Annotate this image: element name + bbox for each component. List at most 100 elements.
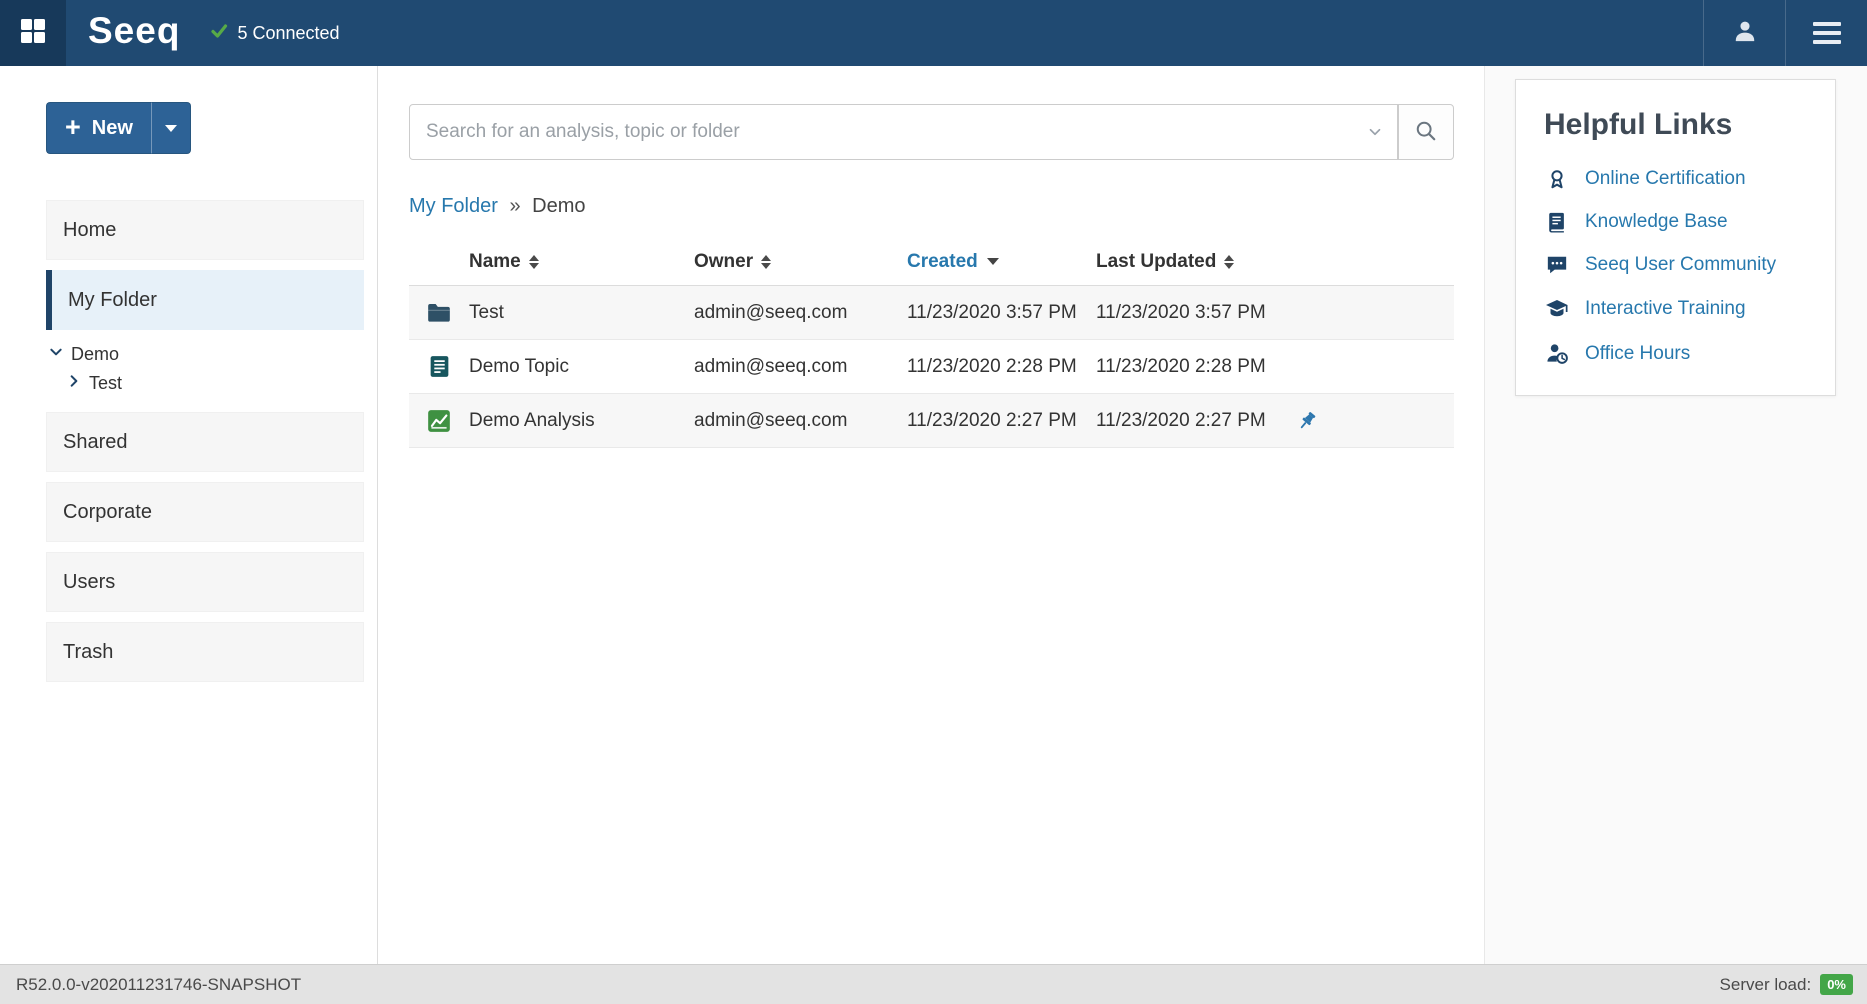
office-hours-icon — [1544, 342, 1570, 365]
certificate-icon — [1544, 168, 1570, 190]
column-header-owner[interactable]: Owner — [694, 251, 907, 273]
column-header-label: Name — [469, 251, 521, 273]
tree-item-label: Demo — [71, 344, 119, 365]
link-online-certification[interactable]: Online Certification — [1544, 168, 1813, 190]
tree-item-demo[interactable]: Demo — [48, 340, 364, 369]
sidebar-item-shared[interactable]: Shared — [46, 412, 364, 472]
sidebar-item-label: Home — [63, 219, 116, 242]
seeq-logo[interactable]: Seeq — [66, 0, 194, 66]
column-header-name[interactable]: Name — [469, 251, 694, 273]
breadcrumb-current: Demo — [532, 195, 585, 217]
sidebar-item-home[interactable]: Home — [46, 200, 364, 260]
row-name[interactable]: Demo Analysis — [469, 410, 694, 432]
link-label: Online Certification — [1585, 168, 1746, 190]
pin-icon[interactable] — [1296, 410, 1454, 432]
content-area: + New Home My Folder Demo — [0, 66, 1867, 964]
search-bar — [409, 104, 1454, 160]
items-table: Name Owner Created Last Updated — [409, 238, 1454, 448]
search-input[interactable] — [410, 105, 1397, 159]
sidebar-item-trash[interactable]: Trash — [46, 622, 364, 682]
right-rail: Helpful Links Online Certification Knowl… — [1484, 66, 1867, 964]
row-owner: admin@seeq.com — [694, 410, 907, 432]
row-name[interactable]: Test — [469, 302, 694, 324]
helpful-links-title: Helpful Links — [1544, 108, 1813, 142]
sort-icon — [529, 255, 539, 269]
server-load-badge[interactable]: 0% — [1820, 974, 1853, 995]
row-name[interactable]: Demo Topic — [469, 356, 694, 378]
helpful-links-card: Helpful Links Online Certification Knowl… — [1515, 79, 1836, 396]
checkmark-icon — [210, 22, 228, 45]
apps-menu-button[interactable] — [0, 0, 66, 66]
search-icon — [1415, 120, 1437, 145]
row-owner: admin@seeq.com — [694, 356, 907, 378]
graduation-cap-icon — [1544, 297, 1570, 321]
tree-item-test[interactable]: Test — [48, 369, 364, 398]
folder-tree: Demo Test — [48, 340, 364, 398]
column-header-label: Last Updated — [1096, 251, 1216, 273]
column-header-created[interactable]: Created — [907, 251, 1096, 273]
breadcrumb-separator: » — [509, 195, 520, 217]
topbar: Seeq 5 Connected — [0, 0, 1867, 66]
table-header-row: Name Owner Created Last Updated — [409, 238, 1454, 286]
caret-down-icon — [165, 125, 177, 132]
topic-icon — [409, 354, 469, 379]
new-dropdown-button[interactable] — [151, 102, 191, 154]
sidebar-item-label: Shared — [63, 431, 128, 454]
link-label: Office Hours — [1585, 343, 1690, 365]
row-last-updated: 11/23/2020 2:27 PM — [1096, 410, 1296, 432]
column-header-last-updated[interactable]: Last Updated — [1096, 251, 1296, 273]
sidebar-nav: Home My Folder Demo — [46, 200, 364, 682]
topbar-spacer — [340, 0, 1703, 66]
sidebar-item-label: Corporate — [63, 501, 152, 524]
link-label: Interactive Training — [1585, 298, 1746, 320]
table-row[interactable]: Demo Analysis admin@seeq.com 11/23/2020 … — [409, 394, 1454, 448]
version-label: R52.0.0-v202011231746-SNAPSHOT — [16, 975, 301, 995]
user-icon — [1732, 18, 1758, 49]
breadcrumb: My Folder » Demo — [409, 195, 1454, 218]
new-button[interactable]: + New — [46, 102, 151, 154]
link-label: Seeq User Community — [1585, 254, 1776, 276]
table-row[interactable]: Demo Topic admin@seeq.com 11/23/2020 2:2… — [409, 340, 1454, 394]
user-profile-button[interactable] — [1703, 0, 1785, 66]
row-created: 11/23/2020 2:28 PM — [907, 356, 1096, 378]
row-created: 11/23/2020 2:27 PM — [907, 410, 1096, 432]
tree-item-label: Test — [89, 373, 122, 394]
breadcrumb-parent-link[interactable]: My Folder — [409, 195, 498, 217]
statusbar: R52.0.0-v202011231746-SNAPSHOT Server lo… — [0, 964, 1867, 1004]
community-icon — [1544, 254, 1570, 276]
apps-grid-icon — [20, 18, 46, 49]
sidebar-item-label: My Folder — [68, 289, 157, 312]
link-office-hours[interactable]: Office Hours — [1544, 342, 1813, 365]
connection-status[interactable]: 5 Connected — [210, 0, 339, 66]
link-seeq-user-community[interactable]: Seeq User Community — [1544, 254, 1813, 276]
row-owner: admin@seeq.com — [694, 302, 907, 324]
link-label: Knowledge Base — [1585, 211, 1728, 233]
sidebar-item-corporate[interactable]: Corporate — [46, 482, 364, 542]
column-header-label: Owner — [694, 251, 753, 273]
sidebar-item-my-folder[interactable]: My Folder — [46, 270, 364, 330]
row-last-updated: 11/23/2020 3:57 PM — [1096, 302, 1296, 324]
chevron-down-icon — [48, 344, 64, 365]
sort-desc-icon — [987, 258, 999, 265]
row-last-updated: 11/23/2020 2:28 PM — [1096, 356, 1296, 378]
row-created: 11/23/2020 3:57 PM — [907, 302, 1096, 324]
main-panel: My Folder » Demo Name Owner Crea — [378, 66, 1484, 964]
new-button-group: + New — [46, 102, 191, 154]
sidebar-item-users[interactable]: Users — [46, 552, 364, 612]
new-button-label: New — [92, 117, 133, 140]
search-button[interactable] — [1398, 104, 1454, 160]
search-dropdown-chevron-icon[interactable] — [1366, 123, 1384, 141]
table-row[interactable]: Test admin@seeq.com 11/23/2020 3:57 PM 1… — [409, 286, 1454, 340]
sidebar: + New Home My Folder Demo — [0, 66, 378, 964]
link-interactive-training[interactable]: Interactive Training — [1544, 297, 1813, 321]
link-knowledge-base[interactable]: Knowledge Base — [1544, 211, 1813, 233]
column-header-label: Created — [907, 251, 978, 273]
hamburger-icon — [1813, 22, 1841, 44]
server-load-label: Server load: — [1720, 975, 1812, 995]
folder-icon — [409, 300, 469, 326]
sort-icon — [1224, 255, 1234, 269]
main-menu-button[interactable] — [1785, 0, 1867, 66]
knowledge-base-icon — [1544, 211, 1570, 233]
sort-icon — [761, 255, 771, 269]
search-input-wrap — [409, 104, 1398, 160]
